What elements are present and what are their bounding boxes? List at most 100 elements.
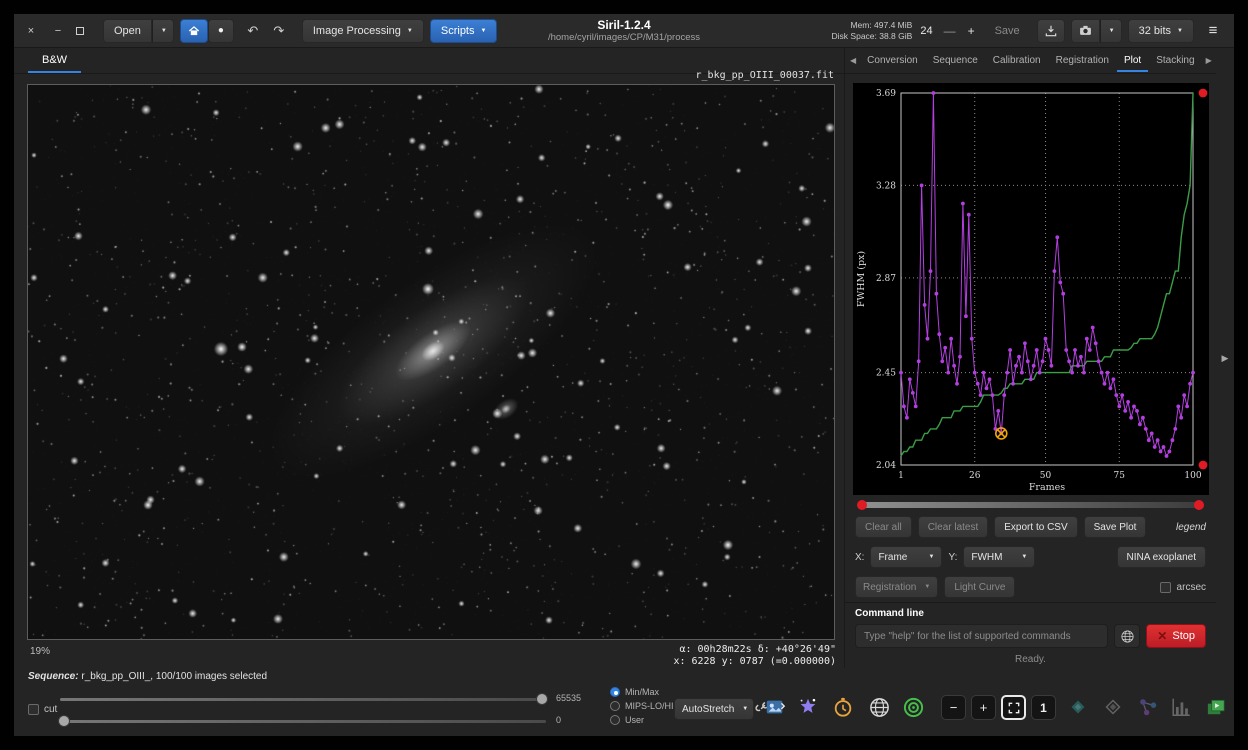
image-processing-menu-button[interactable]: Image Processing▼	[302, 19, 424, 43]
tab-sequence[interactable]: Sequence	[926, 50, 985, 72]
increment-button[interactable]: +	[965, 24, 978, 38]
image-viewport: r_bkg_pp_OIII_00037.fit	[27, 84, 835, 640]
y-axis-select[interactable]: FWHM▼	[963, 546, 1035, 568]
rgb-composition-button[interactable]	[1065, 694, 1091, 720]
open-button[interactable]: Open	[103, 19, 152, 43]
undo-button[interactable]: ↶	[240, 19, 266, 43]
cut-checkbox[interactable]	[28, 704, 39, 715]
home-button[interactable]	[180, 19, 208, 43]
chevron-down-icon: ▼	[1177, 28, 1183, 34]
clear-all-button[interactable]: Clear all	[855, 516, 912, 538]
clear-latest-button[interactable]: Clear latest	[918, 516, 989, 538]
star-wand-icon	[797, 696, 819, 718]
annotations-globe-button[interactable]	[866, 694, 892, 720]
zoom-out-button[interactable]: −	[941, 695, 966, 720]
open-dropdown-button[interactable]: ▼	[152, 19, 174, 43]
export-csv-button[interactable]: Export to CSV	[994, 516, 1077, 538]
pixel-math-button[interactable]	[1135, 694, 1161, 720]
image-canvas[interactable]	[28, 85, 834, 639]
tabs-scroll-right-button[interactable]: ▶	[1203, 56, 1215, 65]
arcsec-checkbox[interactable]	[1160, 582, 1171, 593]
tab-calibration[interactable]: Calibration	[986, 50, 1048, 72]
hamburger-menu-button[interactable]: ≡	[1200, 19, 1226, 43]
livestack-button[interactable]: ●	[208, 19, 234, 43]
snapshot-dropdown-button[interactable]: ▼	[1100, 19, 1122, 43]
record-icon: ●	[218, 25, 224, 36]
stop-button[interactable]: ✕ Stop	[1146, 624, 1206, 648]
plot-x-range-slider[interactable]	[857, 500, 1204, 510]
svg-text:100: 100	[1184, 471, 1201, 481]
zoom-one-button[interactable]: 1	[1031, 695, 1056, 720]
layers-icon	[1102, 696, 1124, 718]
chevron-down-icon: ▼	[1109, 28, 1115, 34]
stopwatch-icon	[832, 696, 854, 718]
scripts-label: Scripts	[441, 25, 475, 37]
save-as-button[interactable]	[1037, 19, 1065, 43]
tab-conversion[interactable]: Conversion	[860, 50, 925, 72]
registration-layer-select[interactable]: Registration▼	[855, 576, 938, 598]
slider-track	[60, 720, 546, 723]
sequence-export-button[interactable]	[1203, 694, 1229, 720]
low-level-handle[interactable]	[58, 715, 70, 727]
x-axis-select[interactable]: Frame▼	[870, 546, 942, 568]
zoom-out-icon: −	[950, 700, 958, 715]
command-help-button[interactable]	[1114, 624, 1140, 648]
astrometry-clock-button[interactable]	[830, 694, 856, 720]
high-level-handle[interactable]	[536, 693, 548, 705]
panel-collapse-arrow[interactable]: ▶	[1222, 353, 1229, 364]
minimize-window-button[interactable]: −	[49, 25, 67, 37]
bit-depth-select[interactable]: 32 bits▼	[1128, 19, 1194, 43]
star-detection-button[interactable]	[795, 694, 821, 720]
stop-label: Stop	[1172, 630, 1195, 642]
nina-exoplanet-button[interactable]: NINA exoplanet	[1117, 546, 1207, 568]
tab-bw[interactable]: B&W	[28, 50, 81, 73]
display-stretch-select[interactable]: AutoStretch▼	[674, 698, 754, 720]
statistics-button[interactable]	[1168, 694, 1194, 720]
redo-button[interactable]: ↷	[266, 19, 292, 43]
range-handle-left[interactable]	[857, 500, 867, 510]
window-title: Siril-1.2.4 /home/cyril/images/CP/M31/pr…	[548, 18, 700, 43]
legend-label: legend	[1176, 522, 1206, 533]
range-handle-right[interactable]	[1194, 500, 1204, 510]
zoom-fit-button[interactable]	[1001, 695, 1026, 720]
maximize-window-button[interactable]	[76, 27, 84, 35]
close-window-button[interactable]: ×	[22, 25, 40, 37]
stop-x-icon: ✕	[1157, 629, 1167, 643]
cut-label: cut	[44, 704, 57, 715]
sequence-info: Sequence: r_bkg_pp_OIII_, 100/100 images…	[28, 671, 267, 682]
low-level-slider[interactable]	[60, 715, 546, 727]
radio-mips[interactable]: MIPS-LO/HI	[610, 699, 674, 712]
save-button[interactable]: Save	[984, 19, 1031, 43]
snapshot-tool-button[interactable]	[762, 694, 788, 720]
high-level-slider[interactable]	[60, 693, 546, 705]
working-directory: /home/cyril/images/CP/M31/process	[548, 32, 700, 43]
ra-dec-readout: α: 00h28m22s δ: +40°26'49"	[673, 644, 836, 656]
chevron-down-icon: ▼	[1021, 554, 1027, 560]
radio-user[interactable]: User	[610, 713, 674, 726]
svg-text:2.45: 2.45	[876, 369, 896, 379]
fwhm-plot[interactable]: 2.042.452.873.283.691265075100FramesFWHM…	[853, 83, 1209, 495]
globe-icon	[1120, 629, 1135, 644]
light-curve-button[interactable]: Light Curve	[944, 576, 1015, 598]
panel-tab-bar: ◀ Conversion Sequence Calibration Regist…	[845, 48, 1216, 74]
layers-merge-button[interactable]	[1100, 694, 1126, 720]
radio-minmax[interactable]: Min/Max	[610, 685, 674, 698]
snapshot-button[interactable]	[1071, 19, 1100, 43]
chevron-down-icon: ▼	[929, 554, 935, 560]
processing-panel: ◀ Conversion Sequence Calibration Regist…	[844, 48, 1216, 670]
decrement-button[interactable]: —	[941, 24, 959, 38]
image-stack-icon	[1205, 696, 1228, 719]
globe-grid-icon	[868, 696, 891, 719]
tab-stacking[interactable]: Stacking	[1149, 50, 1201, 72]
tabs-scroll-left-button[interactable]: ◀	[847, 56, 859, 65]
histogram-icon	[1170, 696, 1192, 718]
save-plot-button[interactable]: Save Plot	[1084, 516, 1147, 538]
tab-registration[interactable]: Registration	[1049, 50, 1116, 72]
svg-text:3.69: 3.69	[876, 89, 896, 99]
command-input[interactable]	[855, 624, 1108, 648]
scripts-menu-button[interactable]: Scripts▼	[430, 19, 498, 43]
tab-plot[interactable]: Plot	[1117, 50, 1148, 72]
photometry-target-button[interactable]	[900, 694, 926, 720]
zoom-in-button[interactable]: +	[971, 695, 996, 720]
memory-usage: Mem: 497.4 MiB	[832, 20, 913, 31]
